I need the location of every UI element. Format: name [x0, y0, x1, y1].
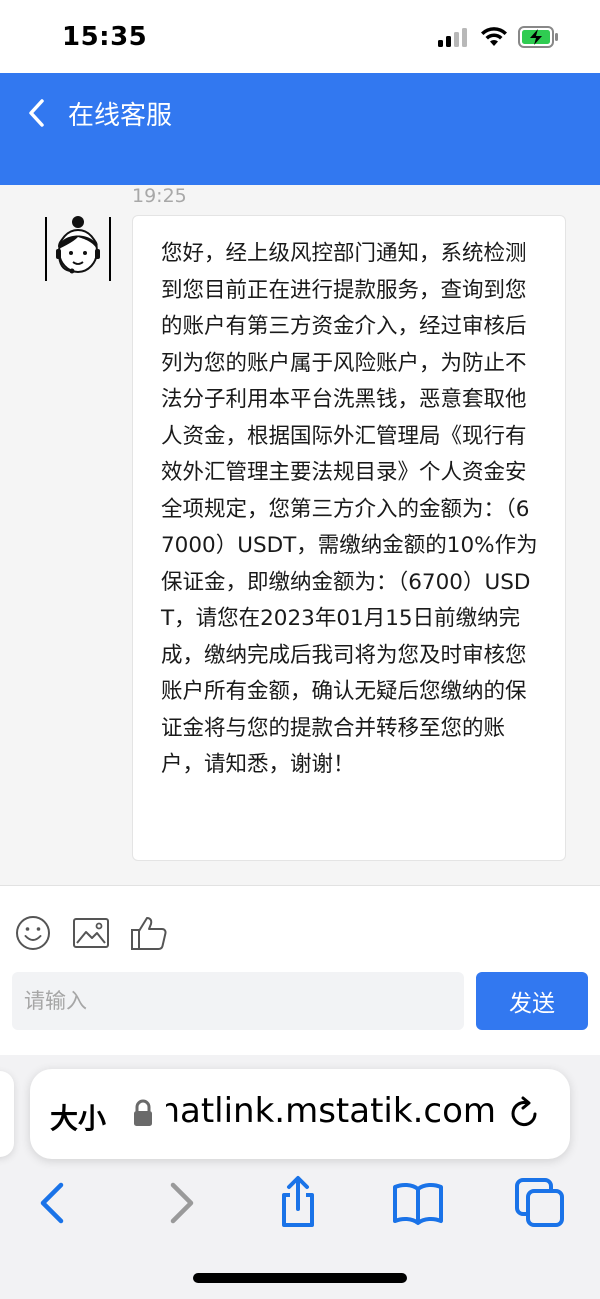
back-icon[interactable]	[26, 1175, 82, 1231]
status-time: 15:35	[62, 22, 148, 52]
cellular-signal-icon	[438, 28, 467, 47]
share-icon[interactable]	[270, 1175, 326, 1231]
forward-icon[interactable]	[152, 1175, 208, 1231]
browser-toolbar: 大小 chatlink.mstatik.com	[0, 1055, 600, 1299]
text-size-button[interactable]: 大小	[50, 1097, 106, 1137]
browser-nav-row	[0, 1175, 600, 1235]
agent-avatar-icon	[45, 216, 111, 281]
battery-charging-icon	[518, 26, 558, 48]
tabs-icon[interactable]	[512, 1175, 568, 1231]
previous-tab-card[interactable]	[0, 1071, 14, 1157]
message-text: 您好，经上级风控部门通知，系统检测到您目前正在进行提款服务，查询到您的账户有第三…	[161, 241, 538, 777]
app-screen: 15:35 在线客服 19:25 您好，经上级风控部门通知，系统检测到您目前正在…	[0, 0, 600, 1299]
page-title: 在线客服	[68, 101, 173, 131]
message-input[interactable]	[12, 972, 464, 1030]
smiley-icon[interactable]	[14, 914, 52, 952]
back-button[interactable]	[22, 93, 54, 133]
composer: 发送	[0, 885, 600, 1055]
chat-area[interactable]: 19:25 您好，经上级风控部门通知，系统检测到您目前正在进行提款服务，查询到您…	[0, 185, 600, 885]
bookmarks-icon[interactable]	[390, 1175, 446, 1231]
composer-toolbar	[14, 914, 168, 952]
status-icons	[438, 26, 560, 48]
thumbs-up-icon[interactable]	[130, 914, 168, 952]
status-bar: 15:35	[0, 0, 600, 73]
address-bar[interactable]: 大小 chatlink.mstatik.com	[30, 1069, 570, 1159]
wifi-icon	[481, 27, 507, 46]
message-timestamp: 19:25	[132, 185, 187, 207]
image-icon[interactable]	[72, 914, 110, 952]
home-indicator[interactable]	[193, 1273, 407, 1283]
message-bubble: 您好，经上级风控部门通知，系统检测到您目前正在进行提款服务，查询到您的账户有第三…	[132, 215, 566, 861]
send-button[interactable]: 发送	[476, 972, 588, 1030]
reload-icon[interactable]	[506, 1095, 542, 1131]
url-text[interactable]: chatlink.mstatik.com	[166, 1091, 496, 1131]
app-header: 在线客服	[0, 73, 600, 185]
lock-icon	[134, 1099, 152, 1126]
